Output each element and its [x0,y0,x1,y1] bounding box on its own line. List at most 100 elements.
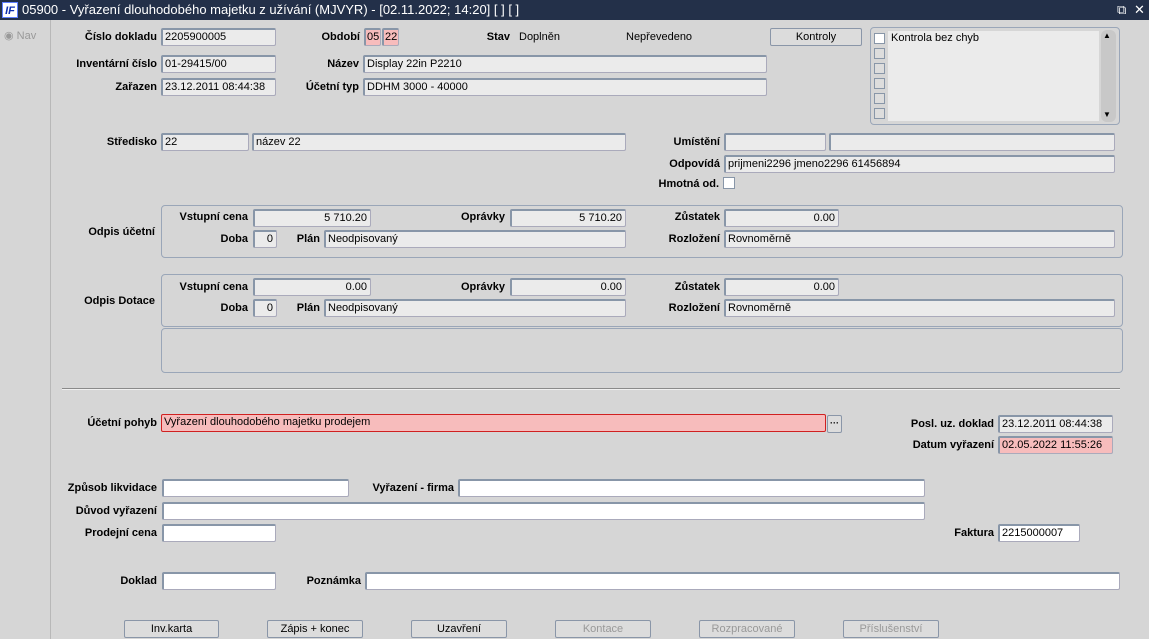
obdobi-year-field[interactable]: 22 [382,28,399,46]
zarazen-field[interactable]: 23.12.2011 08:44:38 [161,78,276,96]
scroll-up-icon[interactable]: ▲ [1103,31,1111,40]
dotace-zustatek-label: Zůstatek [674,281,720,293]
zapis-konec-button[interactable]: Zápis + konec [267,620,363,638]
posl-uz-doklad-label: Posl. uz. doklad [910,418,994,430]
ucetni-pohyb-label: Účetní pohyb [87,417,157,429]
doklad-field[interactable] [162,572,276,590]
uzavreni-button[interactable]: Uzavření [411,620,507,638]
stav-label: Stav [486,31,510,43]
hmotna-od-label: Hmotná od. [658,178,720,190]
zpusob-likvidace-field[interactable] [162,479,349,497]
faktura-label: Faktura [954,527,994,539]
separator [62,388,1120,390]
radio-icon: ◉ [4,30,14,42]
inventarni-cislo-label: Inventární číslo [76,58,157,70]
zustatek-label: Zůstatek [674,211,720,223]
ucetni-typ-field[interactable]: DDHM 3000 - 40000 [363,78,767,96]
restore-icon[interactable]: ⧉ [1117,0,1126,20]
ucetni-pohyb-field[interactable]: Vyřazení dlouhodobého majetku prodejem [161,414,826,432]
nav-label: Nav [16,30,37,42]
odpis-dotace-label: Odpis Dotace [84,295,155,307]
prodejni-cena-field[interactable] [162,524,276,542]
dotace-plan-label: Plán [296,302,320,314]
vyrazeni-firma-label: Vyřazení - firma [372,482,454,494]
vstupni-cena-label: Vstupní cena [179,211,248,223]
dotace-vstupni-cena-field[interactable]: 0.00 [253,278,371,296]
kontrola-checkbox[interactable] [874,63,885,74]
ucetni-pohyb-lov-button[interactable]: ··· [827,415,842,433]
vyrazeni-firma-field[interactable] [458,479,925,497]
stav-value: Doplněn [519,31,560,43]
umisteni-code-field[interactable] [724,133,826,151]
dotace-zustatek-field[interactable]: 0.00 [724,278,839,296]
empty-panel [161,328,1123,373]
faktura-field[interactable]: 2215000007 [998,524,1080,542]
cislo-dokladu-field[interactable]: 2205900005 [161,28,276,46]
title-bar: IF 05900 - Vyřazení dlouhodobého majetku… [0,0,1149,20]
plan-label: Plán [296,233,320,245]
scroll-down-icon[interactable]: ▼ [1103,110,1111,119]
duvod-vyrazeni-field[interactable] [162,502,925,520]
nav-divider [50,20,51,639]
app-logo: IF [2,2,18,18]
zarazen-label: Zařazen [115,81,157,93]
prodejni-cena-label: Prodejní cena [84,527,157,539]
poznamka-label: Poznámka [306,575,361,587]
close-icon[interactable]: ✕ [1134,0,1145,20]
kontrola-checkbox[interactable] [874,108,885,119]
opravky-label: Oprávky [460,211,505,223]
umisteni-name-field[interactable] [829,133,1115,151]
dotace-rozlozeni-label: Rozložení [668,302,720,314]
odpovida-label: Odpovídá [669,158,720,170]
hmotna-od-checkbox[interactable] [723,177,735,189]
kontrola-item[interactable]: Kontrola bez chyb [891,32,979,44]
kontroly-button[interactable]: Kontroly [770,28,862,46]
scrollbar[interactable]: ▲ ▼ [1101,30,1116,122]
kontrola-checkbox[interactable] [874,93,885,104]
umisteni-label: Umístění [673,136,720,148]
ucetni-typ-label: Účetní typ [305,81,359,93]
doba-field[interactable]: 0 [253,230,277,248]
cislo-dokladu-label: Číslo dokladu [84,31,157,43]
vstupni-cena-field[interactable]: 5 710.20 [253,209,371,227]
kontroly-list: Kontrola bez chyb ▲ ▼ [870,27,1120,125]
stredisko-code-field[interactable]: 22 [161,133,249,151]
nav-radio[interactable]: ◉ Nav [4,27,36,45]
dotace-doba-label: Doba [220,302,249,314]
dotace-opravky-label: Oprávky [460,281,505,293]
prislusenstvi-button[interactable]: Příslušenství [843,620,939,638]
dotace-rozlozeni-field[interactable]: Rovnoměrně [724,299,1115,317]
inv-karta-button[interactable]: Inv.karta [124,620,219,638]
poznamka-field[interactable] [365,572,1120,590]
obdobi-month-field[interactable]: 05 [364,28,381,46]
prevod-status: Nepřevedeno [626,31,693,43]
rozlozeni-label: Rozložení [668,233,720,245]
duvod-vyrazeni-label: Důvod vyřazení [75,505,157,517]
odpis-ucetni-label: Odpis účetní [88,226,155,238]
nazev-field[interactable]: Display 22in P2210 [363,55,767,73]
zpusob-likvidace-label: Způsob likvidace [67,482,157,494]
dotace-opravky-field[interactable]: 0.00 [510,278,626,296]
zustatek-field[interactable]: 0.00 [724,209,839,227]
stredisko-name-field[interactable]: název 22 [252,133,626,151]
kontrola-checkbox[interactable] [874,48,885,59]
posl-uz-doklad-field[interactable]: 23.12.2011 08:44:38 [998,415,1113,433]
dotace-plan-field[interactable]: Neodpisovaný [324,299,626,317]
dotace-vstupni-cena-label: Vstupní cena [179,281,248,293]
datum-vyrazeni-field[interactable]: 02.05.2022 11:55:26 [998,436,1113,454]
stredisko-label: Středisko [106,136,157,148]
nazev-label: Název [327,58,359,70]
rozlozeni-field[interactable]: Rovnoměrně [724,230,1115,248]
datum-vyrazeni-label: Datum vyřazení [912,439,994,451]
doklad-label: Doklad [120,575,157,587]
kontrola-checkbox[interactable] [874,78,885,89]
opravky-field[interactable]: 5 710.20 [510,209,626,227]
kontace-button[interactable]: Kontace [555,620,651,638]
kontrola-checkbox[interactable] [874,33,885,44]
rozpracovane-button[interactable]: Rozpracované [699,620,795,638]
odpovida-field[interactable]: prijmeni2296 jmeno2296 61456894 [724,155,1115,173]
plan-field[interactable]: Neodpisovaný [324,230,626,248]
dotace-doba-field[interactable]: 0 [253,299,277,317]
inventarni-cislo-field[interactable]: 01-29415/00 [161,55,276,73]
obdobi-label: Období [321,31,361,43]
